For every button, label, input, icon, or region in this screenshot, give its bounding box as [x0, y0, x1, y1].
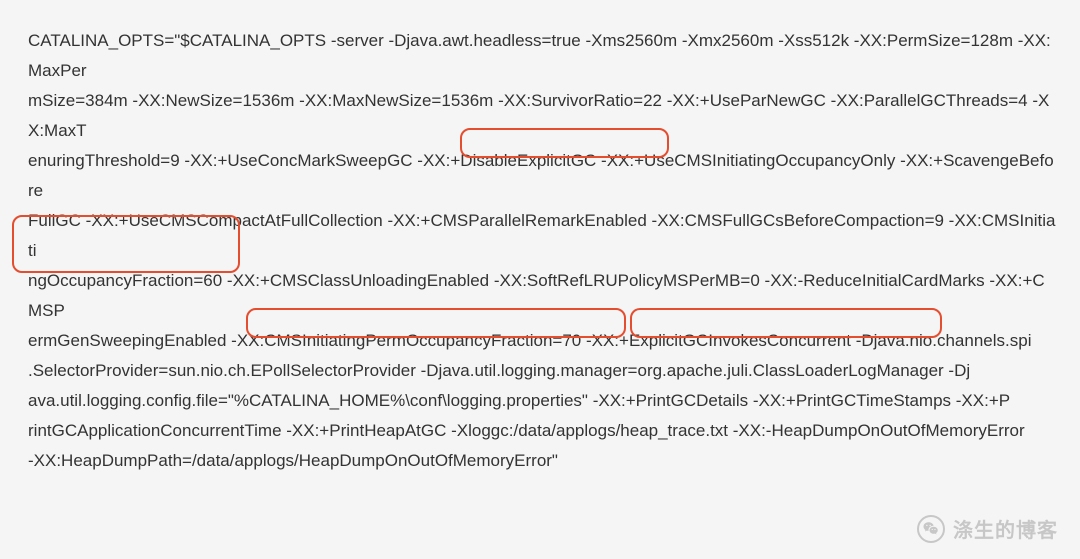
code-line: ngOccupancyFraction=60 -XX:+CMSClassUnlo…: [28, 266, 1056, 326]
code-line: enuringThreshold=9 -XX:+UseConcMarkSweep…: [28, 146, 1056, 206]
code-line: ava.util.logging.config.file="%CATALINA_…: [28, 386, 1056, 416]
code-line: -XX:HeapDumpPath=/data/applogs/HeapDumpO…: [28, 446, 1056, 476]
jvm-options-text: CATALINA_OPTS="$CATALINA_OPTS -server -D…: [28, 26, 1056, 476]
code-line: mSize=384m -XX:NewSize=1536m -XX:MaxNewS…: [28, 86, 1056, 146]
code-line: FullGC -XX:+UseCMSCompactAtFullCollectio…: [28, 206, 1056, 266]
wechat-icon: [917, 515, 945, 543]
code-line: .SelectorProvider=sun.nio.ch.EPollSelect…: [28, 356, 1056, 386]
page: CATALINA_OPTS="$CATALINA_OPTS -server -D…: [0, 0, 1080, 559]
watermark: 涤生的博客: [917, 514, 1058, 543]
code-line: rintGCApplicationConcurrentTime -XX:+Pri…: [28, 416, 1056, 446]
watermark-text: 涤生的博客: [953, 514, 1058, 543]
code-line: CATALINA_OPTS="$CATALINA_OPTS -server -D…: [28, 26, 1056, 86]
code-line: ermGenSweepingEnabled -XX:CMSInitiatingP…: [28, 326, 1056, 356]
